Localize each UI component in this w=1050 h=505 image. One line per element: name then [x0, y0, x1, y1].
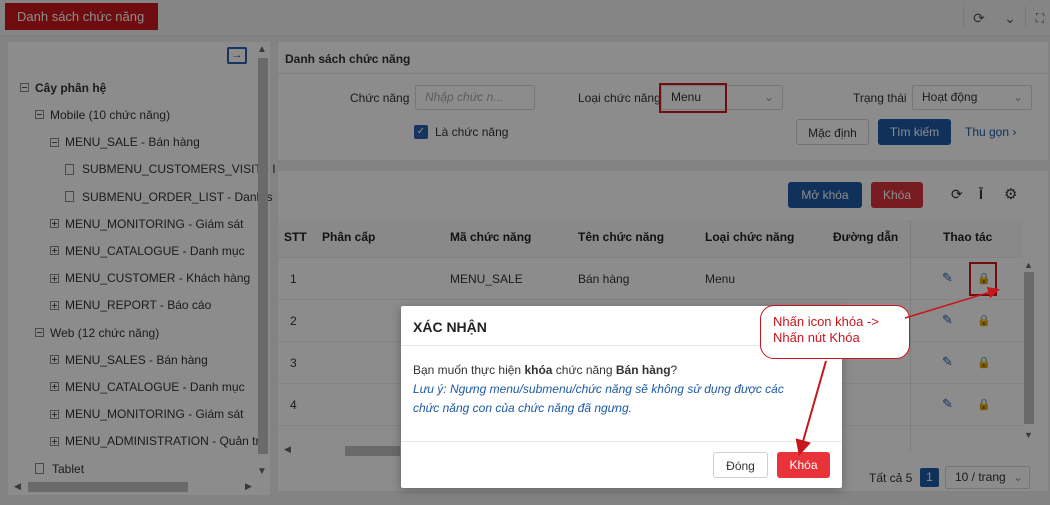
arrow-to-lock-button: [795, 360, 827, 456]
annotation-arrows: [795, 286, 1000, 456]
